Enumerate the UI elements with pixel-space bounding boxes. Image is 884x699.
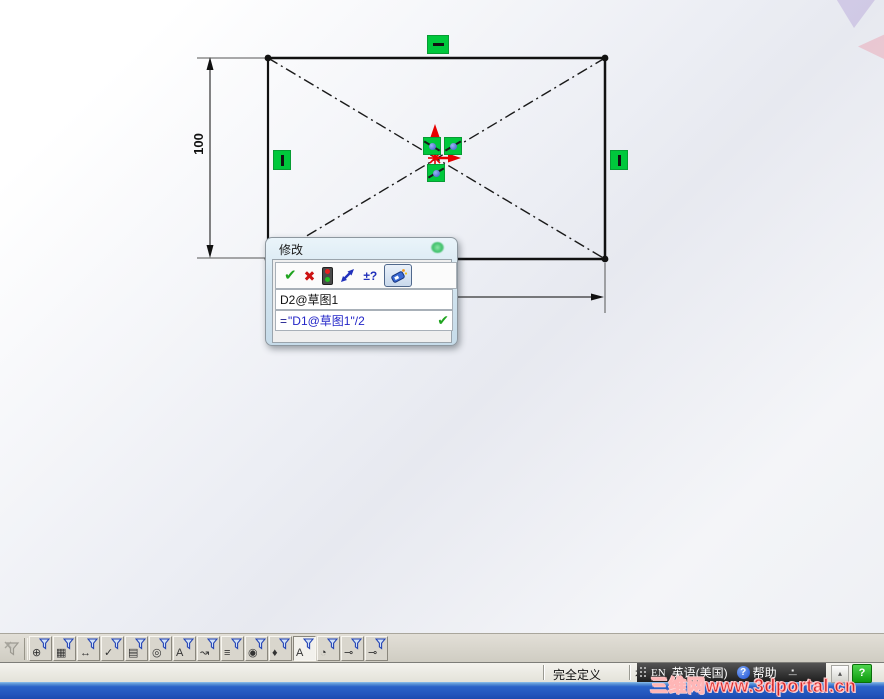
- green-light-icon: [325, 277, 331, 282]
- coincident-constraint-badge[interactable]: [427, 164, 445, 182]
- dimension-expression-field[interactable]: = "D1@草图1"/2 ✔: [275, 310, 453, 331]
- expression-valid-icon: ✔: [437, 312, 449, 328]
- solidworks-window: 100 修改 ✔ ✖ ±? D2@草图1 = "D1@草图1"/2 ✔ ⊕ ▦ …: [0, 0, 884, 699]
- statusbar-separator: [543, 665, 545, 680]
- toolbar-filter-leaders-button[interactable]: ↝: [197, 636, 220, 661]
- selection-filter-toolbar: ⊕ ▦ ↔ ✓ ▤ ◎ A ↝ ≡ ◉ ♦ A ◔ ⊸ ⊸: [0, 633, 884, 663]
- vertical-constraint-badge-right[interactable]: [610, 150, 628, 170]
- dim-arrow-down: [206, 245, 214, 258]
- filter-funnel-icon: [279, 638, 290, 650]
- toolbar-filter-center-marks-button[interactable]: ⊕: [29, 636, 52, 661]
- filter-dowel-pins-icon: ♦: [272, 647, 278, 659]
- dialog-title: 修改: [279, 243, 304, 257]
- filter-funnel-icon: [207, 638, 218, 650]
- toolbar-filter-hatch-button[interactable]: ≡: [221, 636, 244, 661]
- dim-arrow-right: [591, 293, 604, 301]
- vertex-bottom-right[interactable]: [601, 255, 609, 263]
- point-icon: [449, 142, 457, 150]
- filter-funnel-icon: [111, 638, 122, 650]
- vertical-constraint-icon: [280, 154, 284, 166]
- toolbar-filter-balloons-button[interactable]: ◔: [317, 636, 340, 661]
- dialog-glow-dot: [431, 242, 444, 253]
- filter-funnel-icon: [327, 638, 338, 650]
- sketch-viewport[interactable]: 100 修改 ✔ ✖ ±? D2@草图1 = "D1@草图1"/2 ✔: [0, 0, 884, 633]
- filter-funnel-icon: [63, 638, 74, 650]
- langbar-grip-handle[interactable]: [639, 666, 648, 679]
- filter-funnel-icon: [375, 638, 386, 650]
- dim-arrow-up: [206, 57, 214, 70]
- filter-funnel-icon: [303, 638, 314, 650]
- origin-arrow-up: [430, 124, 440, 137]
- accept-button[interactable]: ✔: [284, 268, 297, 283]
- toolbar-filter-notes-button[interactable]: A: [293, 636, 316, 661]
- vertical-constraint-icon: [617, 154, 621, 166]
- filter-buttons-group: ⊕ ▦ ↔ ✓ ▤ ◎ A ↝ ≡ ◉ ♦ A ◔ ⊸ ⊸: [29, 636, 389, 661]
- coincident-constraint-badge[interactable]: [423, 137, 441, 155]
- horizontal-constraint-badge[interactable]: [427, 35, 449, 54]
- toolbar-separator: [24, 637, 28, 660]
- toolbar-filter-dowel-pins-button[interactable]: ♦: [269, 636, 292, 661]
- dialog-toolbar: ✔ ✖ ±?: [275, 262, 457, 289]
- red-light-icon: [325, 269, 331, 274]
- dimension-name-value: D2@草图1: [280, 293, 339, 307]
- filter-funnel-icon: [255, 638, 266, 650]
- filter-funnel-icon: [351, 638, 362, 650]
- measure-icon: [390, 268, 407, 283]
- filter-funnel-icon: [159, 638, 170, 650]
- filter-funnel-icon: [231, 638, 242, 650]
- toolbar-filter-edges-button[interactable]: ↔: [77, 636, 100, 661]
- filter-funnel-icon: [135, 638, 146, 650]
- modify-dialog[interactable]: 修改 ✔ ✖ ±? D2@草图1 = "D1@草图1"/2 ✔: [265, 237, 458, 346]
- cancel-button[interactable]: ✖: [304, 269, 316, 283]
- spin-arrow-button[interactable]: [340, 268, 356, 283]
- vertex-top-right[interactable]: [601, 54, 609, 62]
- measure-toggle-button-pressed[interactable]: [384, 264, 413, 287]
- point-icon: [428, 142, 436, 150]
- point-icon: [432, 169, 440, 177]
- filter-funnel-icon: [39, 638, 50, 650]
- filter-hatch-icon: ≡: [224, 647, 231, 659]
- vertical-constraint-badge-left[interactable]: [273, 150, 291, 170]
- dimension-value-100[interactable]: 100: [191, 127, 219, 161]
- rebuild-traffic-light-button[interactable]: [322, 266, 334, 285]
- coincident-constraint-badge[interactable]: [444, 137, 462, 155]
- filter-funnel-icon: [183, 638, 194, 650]
- horizontal-constraint-icon: [432, 43, 444, 46]
- expression-equals: =: [280, 313, 288, 328]
- dimension-name-field[interactable]: D2@草图1: [275, 289, 453, 310]
- toolbar-filter-connection-points-button[interactable]: ⊸: [341, 636, 364, 661]
- toolbar-filter-vertices-button[interactable]: ✓: [101, 636, 124, 661]
- toolbar-filter-surface-finish-button[interactable]: ◉: [245, 636, 268, 661]
- clear-all-filters-button[interactable]: [1, 638, 23, 660]
- toolbar-filter-datums-button[interactable]: A: [173, 636, 196, 661]
- fully-defined-status: 完全定义: [553, 668, 602, 682]
- toolbar-filter-datum-targets-button[interactable]: ◎: [149, 636, 172, 661]
- vertex-top-left[interactable]: [264, 54, 272, 62]
- toolbar-filter-routing-points-button[interactable]: ⊸: [365, 636, 388, 661]
- expression-value: "D1@草图1"/2: [288, 314, 365, 328]
- disabled-funnel-icon: [4, 641, 20, 656]
- toolbar-filter-blocks-button[interactable]: ▦: [53, 636, 76, 661]
- filter-balloons-icon: ◔: [320, 647, 327, 659]
- tolerance-button[interactable]: ±?: [363, 269, 377, 283]
- statusbar-separator: [629, 665, 631, 680]
- site-watermark: 三维网www.3dportal.cn: [649, 676, 857, 697]
- filter-funnel-icon: [87, 638, 98, 650]
- toolbar-filter-dimensions-button[interactable]: ▤: [125, 636, 148, 661]
- dialog-body: ✔ ✖ ±? D2@草图1 = "D1@草图1"/2 ✔: [272, 259, 457, 343]
